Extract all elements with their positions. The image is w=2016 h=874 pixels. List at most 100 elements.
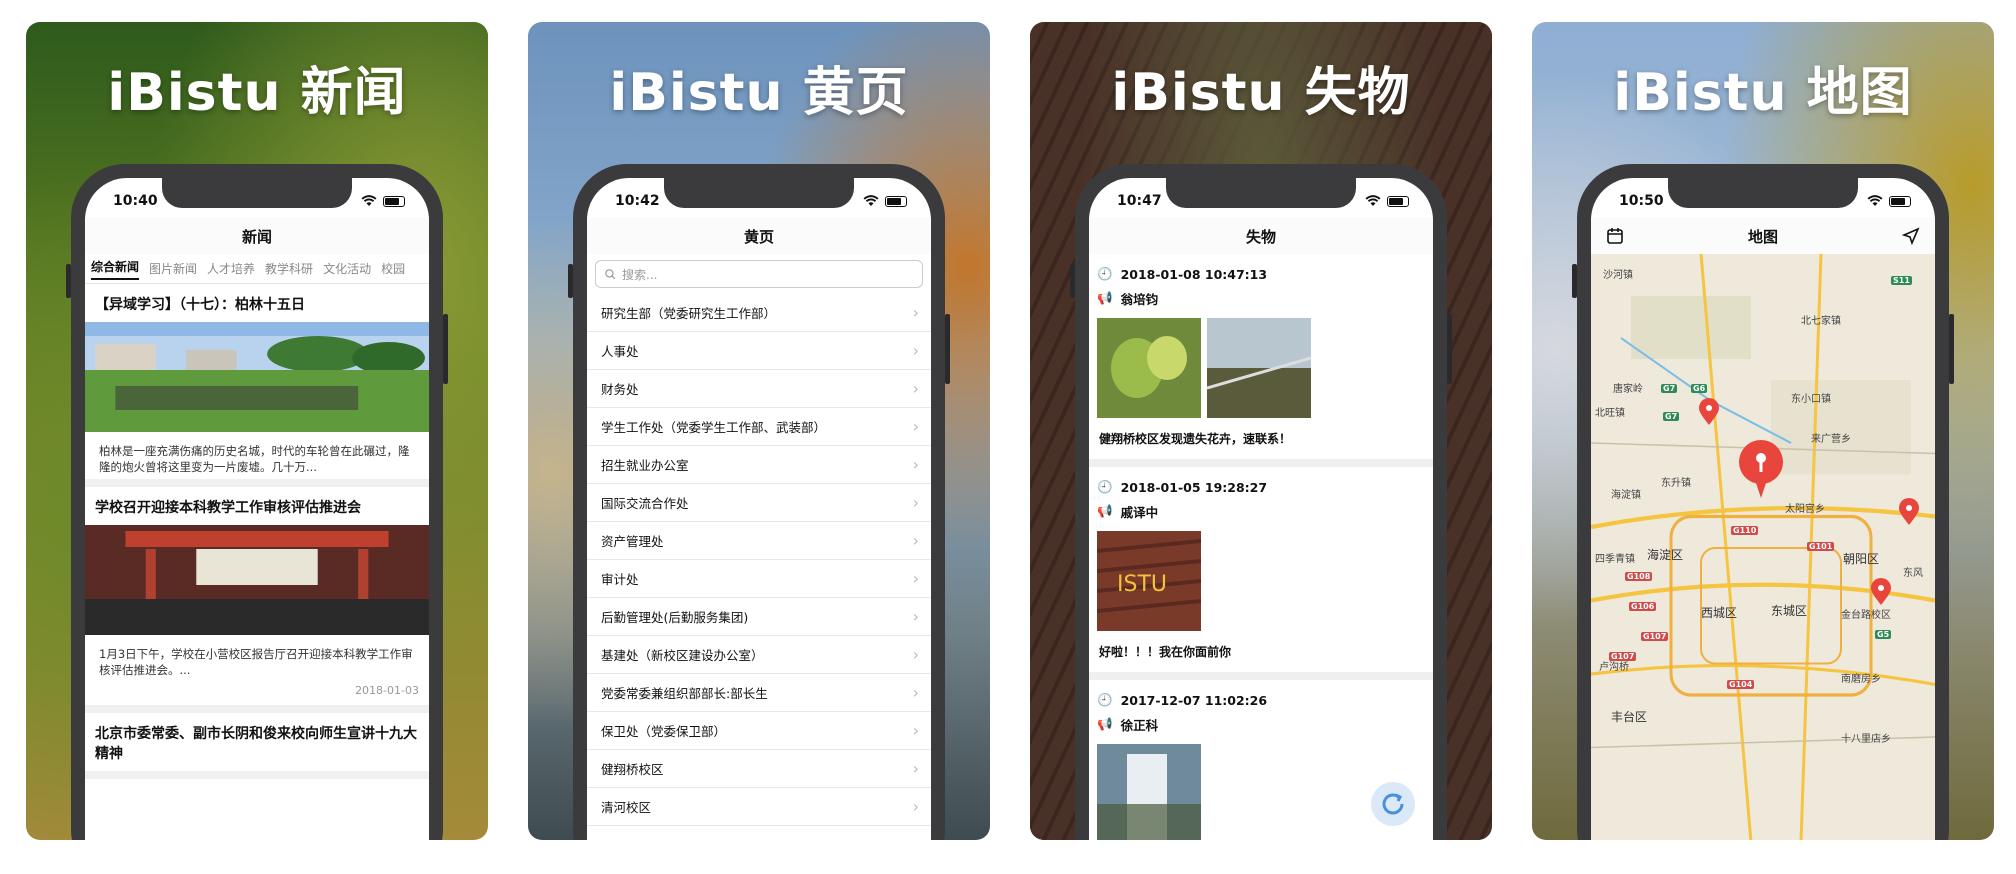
chevron-right-icon: ›	[912, 683, 919, 702]
chevron-right-icon: ›	[912, 721, 919, 740]
map-place-label: 西城区	[1701, 606, 1738, 620]
status-time: 10:50	[1619, 193, 1664, 209]
list-item-label: 招生就业办公室	[601, 458, 689, 473]
location-arrow-icon[interactable]	[1901, 226, 1921, 246]
list-item[interactable]: 资产管理处 ›	[587, 522, 931, 560]
list-item[interactable]: 人事处 ›	[587, 332, 931, 370]
map-pin-icon[interactable]	[1698, 398, 1720, 426]
news-item[interactable]: 【异域学习】（十七）：柏林十五日 柏林是一座充满伤痛的历史名城，时代的车轮曾在此…	[85, 284, 429, 488]
list-item[interactable]: 学生工作处（党委学生工作部、武装部） ›	[587, 408, 931, 446]
tab-category[interactable]: 校园	[381, 260, 405, 277]
post-datetime: 2017-12-07 11:02:26	[1120, 692, 1268, 708]
news-photo	[85, 322, 429, 432]
post-user: 翁培钧	[1120, 291, 1159, 307]
chevron-right-icon: ›	[912, 569, 919, 588]
chevron-right-icon: ›	[912, 607, 919, 626]
map-place-label: 东升镇	[1661, 478, 1691, 489]
list-item-label: 基建处（新校区建设办公室）	[601, 648, 764, 663]
road-shield: G7	[1661, 384, 1678, 393]
chevron-right-icon: ›	[912, 493, 919, 512]
chevron-right-icon: ›	[912, 531, 919, 550]
map-card-panel: iBistu 地图 10:50 地图 沙河镇 北七家镇 唐家岭 东小口镇 北旺镇…	[1532, 22, 1994, 840]
panel-title: iBistu 黄页	[609, 63, 909, 123]
list-item-label: 资产管理处	[601, 534, 664, 549]
news-card-panel: iBistu 新闻 10:40 新闻 综合新闻 图片新闻 人才培养 教学科研 文…	[26, 22, 488, 840]
map-place-label: 太阳宫乡	[1785, 504, 1825, 515]
refresh-button[interactable]	[1371, 782, 1415, 826]
road-shield: G5	[1875, 630, 1892, 639]
tab-category[interactable]: 图片新闻	[149, 260, 197, 277]
chevron-right-icon: ›	[912, 341, 919, 360]
map-pin-icon[interactable]	[1870, 578, 1892, 606]
map-place-label: 四季青镇	[1595, 554, 1635, 565]
wifi-icon	[1365, 195, 1381, 206]
road-shield: S11	[1891, 276, 1912, 285]
news-summary: 1月3日下午，学校在小营校区报告厅召开迎接本科教学工作审核评估推进会。...	[99, 647, 413, 677]
list-item[interactable]: 财务处 ›	[587, 370, 931, 408]
news-title: 学校召开迎接本科教学工作审核评估推进会	[95, 500, 361, 517]
news-title: 【异域学习】（十七）：柏林十五日	[95, 297, 305, 313]
tab-category[interactable]: 人才培养	[207, 260, 255, 277]
road-shield: G110	[1731, 526, 1759, 535]
map-place-label: 南磨房乡	[1841, 674, 1881, 685]
map-pin-icon[interactable]	[1738, 440, 1784, 500]
map-pin-icon[interactable]	[1898, 498, 1920, 526]
search-placeholder: 搜索...	[622, 267, 658, 282]
list-item-label: 国际交流合作处	[601, 496, 689, 511]
list-item[interactable]: 健翔桥校区 ›	[587, 750, 931, 788]
phone-frame: 10:47 失物 🕘 2018-01-08 10:47:13 📢 翁培钧 健翔桥…	[1070, 164, 1452, 840]
list-item[interactable]: 清河校区 ›	[587, 788, 931, 826]
road-shield: G107	[1641, 632, 1669, 641]
list-item[interactable]: 后勤管理处(后勤服务集团) ›	[587, 598, 931, 636]
road-shield: G7	[1663, 412, 1680, 421]
map-place-label: 海淀镇	[1611, 490, 1641, 501]
tab-category[interactable]: 文化活动	[323, 260, 371, 277]
news-item[interactable]: 学校召开迎接本科教学工作审核评估推进会 1月3日下午，学校在小营校区报告厅召开迎…	[85, 487, 429, 714]
list-item-label: 财务处	[601, 382, 639, 397]
battery-icon	[383, 195, 405, 207]
post-photo	[1097, 744, 1201, 840]
news-photo	[85, 525, 429, 636]
list-item[interactable]: 审计处 ›	[587, 560, 931, 598]
calendar-icon[interactable]	[1605, 226, 1625, 246]
panel-title: iBistu 失物	[1111, 63, 1411, 123]
map-place-label: 朝阳区	[1843, 552, 1880, 566]
chevron-right-icon: ›	[912, 417, 919, 436]
list-item[interactable]: 招生就业办公室 ›	[587, 446, 931, 484]
list-item-label: 学生工作处（党委学生工作部、武装部）	[601, 420, 827, 435]
wifi-icon	[361, 195, 377, 206]
phone-frame: 10:50 地图 沙河镇 北七家镇 唐家岭 东小口镇 北旺镇 来广营乡 东升镇 …	[1572, 164, 1954, 840]
search-input[interactable]: 搜索...	[595, 260, 923, 288]
list-item[interactable]: 基建处（新校区建设办公室） ›	[587, 636, 931, 674]
megaphone-icon: 📢	[1097, 716, 1113, 731]
post-photo: ISTU	[1097, 531, 1201, 631]
list-item[interactable]: 国际交流合作处 ›	[587, 484, 931, 522]
road-shield: G108	[1625, 572, 1653, 581]
search-icon	[605, 269, 616, 280]
news-date: 2018-01-03	[355, 684, 419, 698]
road-shield: G101	[1807, 542, 1835, 551]
map-view[interactable]: 沙河镇 北七家镇 唐家岭 东小口镇 北旺镇 来广营乡 东升镇 海淀镇 太阳宫乡 …	[1591, 254, 1935, 840]
map-roads	[1591, 254, 1935, 840]
list-item[interactable]: 研究生部（党委研究生工作部） ›	[587, 294, 931, 332]
news-item[interactable]: 北京市委常委、副市长阴和俊来校向师生宣讲十九大精神	[85, 713, 429, 780]
news-title: 北京市委常委、副市长阴和俊来校向师生宣讲十九大精神	[95, 726, 417, 763]
directory-card-panel: iBistu 黄页 10:42 黄页 搜索... 研究生部（党委研究生工作部） ›	[528, 22, 990, 840]
road-shield: G6	[1691, 384, 1708, 393]
chevron-right-icon: ›	[912, 455, 919, 474]
chevron-right-icon: ›	[912, 797, 919, 816]
list-item[interactable]: 党委常委兼组织部部长:部长生 ›	[587, 674, 931, 712]
tab-category[interactable]: 教学科研	[265, 260, 313, 277]
megaphone-icon: 📢	[1097, 290, 1113, 305]
tab-category[interactable]: 综合新闻	[91, 258, 140, 280]
map-place-label: 东城区	[1771, 604, 1808, 618]
list-item-label: 人事处	[601, 344, 639, 359]
map-place-label: 北旺镇	[1595, 408, 1625, 419]
lost-post[interactable]: 🕘 2018-01-08 10:47:13 📢 翁培钧 健翔桥校区发现遗失花卉，速联…	[1089, 254, 1433, 467]
post-text: 好啦！！！我在你面前你	[1099, 645, 1232, 659]
lost-post[interactable]: 🕘 2018-01-05 19:28:27 📢 戚译中 ISTU 好啦！！！我在你面…	[1089, 467, 1433, 680]
phone-frame: 10:42 黄页 搜索... 研究生部（党委研究生工作部） › 人事处 › 财务处 ›…	[568, 164, 950, 840]
nav-title: 地图	[1747, 227, 1778, 246]
map-place-label: 唐家岭	[1613, 384, 1643, 395]
list-item[interactable]: 保卫处（党委保卫部） ›	[587, 712, 931, 750]
